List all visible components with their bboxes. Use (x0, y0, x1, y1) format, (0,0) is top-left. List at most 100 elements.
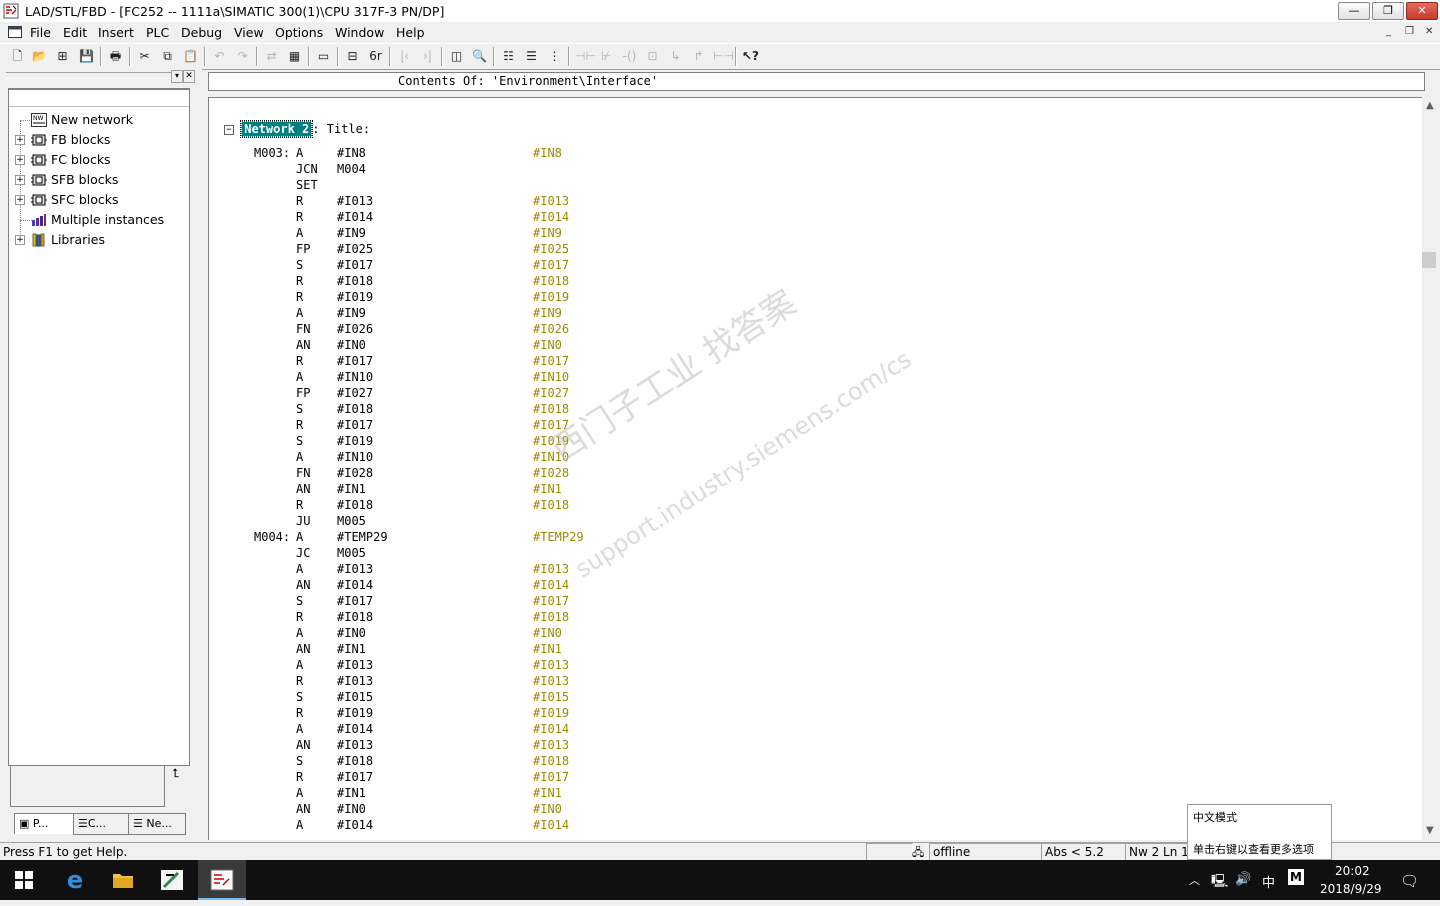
code-comment: #I013 (533, 562, 570, 576)
code-op: A (296, 562, 304, 576)
network-header[interactable]: − Network 2: Title: (224, 120, 370, 138)
collapse-icon[interactable]: − (224, 125, 234, 135)
stl-editor[interactable] (208, 97, 1423, 840)
network-label[interactable]: Network 2 (240, 120, 314, 138)
next-network-icon[interactable]: ›| (419, 48, 436, 65)
open-icon[interactable]: 📂 (31, 48, 48, 65)
network-icon[interactable]: ☷ (500, 48, 517, 65)
open-branch-icon[interactable]: ↳ (667, 48, 684, 65)
code-op: S (296, 754, 304, 768)
notifications-icon[interactable]: 🗨 (1400, 872, 1419, 890)
volume-tray-icon[interactable]: 🔊 (1235, 872, 1251, 887)
insert-element-button[interactable]: ⮤ (166, 766, 186, 784)
program-elements-tree[interactable]: NW New network + FB blocks + FC blocks +… (8, 88, 190, 766)
menu-help[interactable]: Help (396, 25, 425, 40)
code-op: R (296, 706, 304, 720)
network-tray-icon[interactable]: 🖳 (1211, 872, 1228, 894)
code-comment: #IN8 (533, 146, 562, 160)
overview-icon[interactable]: ⊟ (344, 48, 361, 65)
menu-insert[interactable]: Insert (98, 25, 134, 40)
code-comment: #I019 (533, 706, 570, 720)
insert-icon: ⮤ (172, 766, 180, 780)
edge-taskbar-icon[interactable]: e (51, 860, 99, 900)
monitor-icon[interactable]: ▭ (315, 48, 332, 65)
lad-stl-fbd-taskbar-icon[interactable] (198, 860, 246, 900)
code-arg: #I013 (337, 674, 374, 688)
coil-icon[interactable]: -() (621, 48, 638, 65)
paste-icon[interactable]: 📋 (182, 48, 199, 65)
vertical-scrollbar[interactable] (1422, 97, 1440, 839)
pane-close-button[interactable]: ✕ (183, 70, 195, 83)
code-op: R (296, 418, 304, 432)
ime-mode-indicator[interactable]: M (1288, 869, 1304, 885)
tab-call-structure[interactable]: ☰C... (73, 813, 129, 835)
undo-icon[interactable]: ↶ (211, 48, 228, 65)
code-comment: #I013 (533, 658, 570, 672)
scroll-down-icon[interactable]: ▼ (1426, 825, 1434, 836)
branch-icon[interactable]: ⋮ (546, 48, 563, 65)
code-comment: #I013 (533, 194, 570, 208)
load-icon[interactable]: ⇄ (263, 48, 280, 65)
save-icon[interactable]: 💾 (78, 48, 95, 65)
app-icon[interactable] (3, 3, 19, 19)
toolbar: 🗋 📂 ⊞ 💾 🖶 ✂ ⧉ 📋 ↶ ↷ ⇄ ▦ ▭ ⊟ 6r |‹ ›| ◫ 🔍… (0, 43, 1440, 70)
minimize-button[interactable]: — (1338, 2, 1370, 20)
print-icon[interactable]: 🖶 (107, 48, 124, 65)
code-op: R (296, 290, 304, 304)
overview-pane-icon[interactable]: ◫ (448, 48, 465, 65)
pane-grip[interactable] (6, 72, 172, 79)
insert-row-icon[interactable]: ☰ (523, 48, 540, 65)
cut-icon[interactable]: ✂ (136, 48, 153, 65)
menu-edit[interactable]: Edit (63, 25, 87, 40)
menu-file[interactable]: File (30, 25, 51, 40)
code-op: S (296, 690, 304, 704)
mdi-restore-button[interactable]: ❐ (1405, 26, 1414, 37)
code-arg: #I013 (337, 562, 374, 576)
close-branch-icon[interactable]: ↱ (690, 48, 707, 65)
tab-networks[interactable]: ☰ Ne... (128, 813, 186, 835)
restore-button[interactable]: ❐ (1372, 2, 1404, 20)
help-icon[interactable]: ↖? (742, 48, 759, 65)
expand-icon[interactable]: + (15, 235, 25, 245)
document-icon[interactable] (8, 26, 22, 38)
prev-network-icon[interactable]: |‹ (396, 48, 413, 65)
menu-plc[interactable]: PLC (146, 25, 169, 40)
expand-icon[interactable]: + (15, 175, 25, 185)
menu-debug[interactable]: Debug (181, 25, 222, 40)
code-arg: #I018 (337, 610, 374, 624)
start-button[interactable] (0, 860, 48, 900)
expand-icon[interactable]: + (15, 135, 25, 145)
mdi-minimize-button[interactable]: _ (1386, 26, 1391, 37)
tree-item-label: FB blocks (51, 132, 111, 147)
simatic-manager-taskbar-icon[interactable] (148, 860, 196, 900)
accessible-nodes-icon[interactable]: ⊞ (54, 48, 71, 65)
input-language-indicator[interactable]: 中 (1262, 872, 1275, 891)
menu-view[interactable]: View (234, 25, 264, 40)
explorer-taskbar-icon[interactable] (99, 860, 147, 900)
scrollbar-thumb[interactable] (1422, 252, 1436, 268)
mdi-close-button[interactable]: ✕ (1425, 26, 1433, 37)
tray-expand-icon[interactable]: ︿ (1189, 872, 1200, 888)
menu-window[interactable]: Window (335, 25, 384, 40)
tab-program-elements[interactable]: ▣ P... (14, 813, 74, 834)
zoom-icon[interactable]: 🔍 (471, 48, 488, 65)
expand-icon[interactable]: + (15, 155, 25, 165)
clock-time[interactable]: 20:02 (1335, 864, 1370, 878)
interface-path-bar[interactable] (208, 72, 1425, 91)
menu-options[interactable]: Options (275, 25, 323, 40)
copy-icon[interactable]: ⧉ (159, 48, 176, 65)
scroll-up-icon[interactable]: ▲ (1426, 100, 1434, 111)
pane-menu-button[interactable]: ▾ (171, 70, 183, 83)
code-arg: #I013 (337, 194, 374, 208)
clock-date[interactable]: 2018/9/29 (1320, 882, 1382, 896)
redo-icon[interactable]: ↷ (234, 48, 251, 65)
box-icon[interactable]: ⊡ (644, 48, 661, 65)
connector-icon[interactable]: ⊢⊣ (713, 48, 734, 65)
contact-nc-icon[interactable]: ⊬ (598, 48, 615, 65)
contact-no-icon[interactable]: ⊣⊢ (575, 48, 596, 65)
details-icon[interactable]: 6r (367, 48, 384, 65)
expand-icon[interactable]: + (15, 195, 25, 205)
compile-icon[interactable]: ▦ (286, 48, 303, 65)
close-button[interactable]: ✕ (1406, 2, 1438, 20)
new-icon[interactable]: 🗋 (9, 48, 26, 65)
